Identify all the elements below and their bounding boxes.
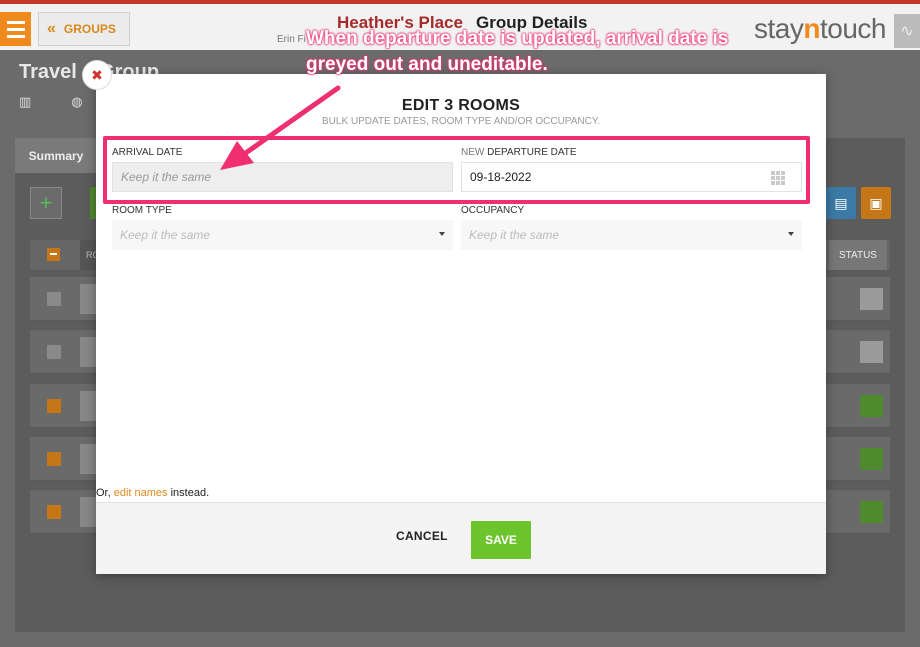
close-icon: ✖ [91,66,103,83]
annotation-arrow [220,85,341,170]
annotation-text: When departure date is updated, arrival … [306,28,729,75]
close-modal-button[interactable]: ✖ [82,60,112,90]
